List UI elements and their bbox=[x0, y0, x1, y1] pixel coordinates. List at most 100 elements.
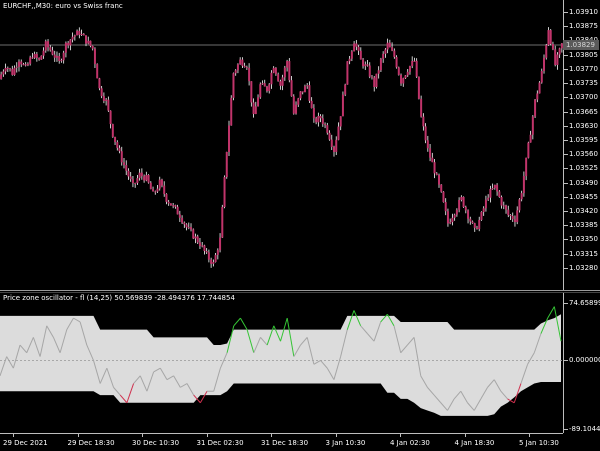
candle-body[interactable] bbox=[375, 73, 378, 87]
candle-body[interactable] bbox=[397, 67, 400, 75]
candle-body[interactable] bbox=[89, 40, 92, 46]
candle-body[interactable] bbox=[480, 212, 483, 220]
candle-body[interactable] bbox=[100, 88, 103, 97]
candle-body[interactable] bbox=[87, 40, 90, 44]
candle-body[interactable] bbox=[0, 74, 3, 80]
candle-body[interactable] bbox=[219, 237, 222, 251]
candle-body[interactable] bbox=[277, 74, 280, 82]
candle-body[interactable] bbox=[129, 176, 132, 180]
candle-body[interactable] bbox=[243, 65, 246, 68]
candle-body[interactable] bbox=[122, 162, 125, 166]
candle-body[interactable] bbox=[187, 227, 190, 229]
candle-body[interactable] bbox=[303, 86, 306, 93]
candle-body[interactable] bbox=[393, 50, 396, 57]
candle-body[interactable] bbox=[192, 229, 195, 239]
candle-body[interactable] bbox=[319, 116, 322, 119]
candle-body[interactable] bbox=[350, 51, 353, 59]
candle-body[interactable] bbox=[257, 97, 260, 107]
candle-body[interactable] bbox=[408, 66, 411, 72]
candle-body[interactable] bbox=[429, 148, 432, 158]
candle-body[interactable] bbox=[31, 57, 34, 59]
candle-body[interactable] bbox=[402, 78, 405, 84]
candle-body[interactable] bbox=[469, 218, 472, 222]
candle-body[interactable] bbox=[484, 199, 487, 209]
candle-body[interactable] bbox=[538, 82, 541, 94]
candle-body[interactable] bbox=[76, 30, 79, 36]
candle-body[interactable] bbox=[290, 80, 293, 97]
candle-body[interactable] bbox=[78, 30, 81, 35]
candle-body[interactable] bbox=[109, 110, 112, 125]
candle-body[interactable] bbox=[279, 81, 282, 86]
candle-body[interactable] bbox=[203, 245, 206, 252]
candle-body[interactable] bbox=[44, 41, 47, 51]
candle-body[interactable] bbox=[549, 30, 552, 44]
candle-body[interactable] bbox=[368, 65, 371, 77]
candle-body[interactable] bbox=[147, 174, 150, 183]
candle-body[interactable] bbox=[283, 67, 286, 78]
candle-body[interactable] bbox=[366, 64, 369, 66]
candle-body[interactable] bbox=[420, 98, 423, 117]
candle-body[interactable] bbox=[404, 75, 407, 79]
candle-body[interactable] bbox=[337, 126, 340, 140]
candle-body[interactable] bbox=[344, 84, 347, 95]
candle-body[interactable] bbox=[525, 157, 528, 177]
candle-body[interactable] bbox=[17, 61, 20, 67]
candle-body[interactable] bbox=[326, 125, 329, 133]
candle-body[interactable] bbox=[536, 93, 539, 100]
candle-body[interactable] bbox=[51, 50, 54, 55]
candle-body[interactable] bbox=[556, 54, 559, 66]
candle-body[interactable] bbox=[547, 30, 550, 46]
candle-body[interactable] bbox=[82, 33, 85, 36]
candle-body[interactable] bbox=[225, 151, 228, 178]
candle-body[interactable] bbox=[330, 139, 333, 147]
candle-body[interactable] bbox=[422, 116, 425, 127]
candle-body[interactable] bbox=[190, 227, 193, 230]
candle-body[interactable] bbox=[58, 56, 61, 62]
candle-body[interactable] bbox=[210, 259, 213, 264]
candle-body[interactable] bbox=[13, 67, 16, 75]
candle-body[interactable] bbox=[534, 99, 537, 117]
candle-body[interactable] bbox=[2, 71, 5, 75]
candle-body[interactable] bbox=[502, 205, 505, 207]
candle-body[interactable] bbox=[297, 98, 300, 105]
candle-body[interactable] bbox=[35, 53, 38, 59]
candle-body[interactable] bbox=[458, 199, 461, 210]
candle-body[interactable] bbox=[558, 48, 561, 55]
candle-body[interactable] bbox=[93, 48, 96, 65]
candle-body[interactable] bbox=[498, 191, 501, 197]
candle-body[interactable] bbox=[212, 262, 215, 264]
candle-body[interactable] bbox=[198, 242, 201, 247]
candle-body[interactable] bbox=[496, 184, 499, 192]
candle-body[interactable] bbox=[295, 104, 298, 114]
candle-body[interactable] bbox=[444, 202, 447, 212]
candle-body[interactable] bbox=[346, 61, 349, 85]
candle-body[interactable] bbox=[6, 67, 9, 69]
candle-body[interactable] bbox=[230, 97, 233, 126]
candle-body[interactable] bbox=[424, 126, 427, 141]
candle-body[interactable] bbox=[223, 177, 226, 208]
candle-body[interactable] bbox=[446, 211, 449, 224]
candle-body[interactable] bbox=[449, 222, 452, 224]
candle-body[interactable] bbox=[301, 91, 304, 93]
candle-body[interactable] bbox=[145, 174, 148, 181]
candle-body[interactable] bbox=[473, 223, 476, 228]
candle-body[interactable] bbox=[172, 205, 175, 207]
candle-body[interactable] bbox=[308, 85, 311, 101]
candle-body[interactable] bbox=[22, 64, 25, 66]
candle-body[interactable] bbox=[67, 42, 70, 46]
candle-body[interactable] bbox=[527, 142, 530, 158]
candle-body[interactable] bbox=[234, 70, 237, 74]
candle-body[interactable] bbox=[286, 61, 289, 68]
candle-body[interactable] bbox=[176, 206, 179, 215]
candle-body[interactable] bbox=[310, 100, 313, 109]
candle-body[interactable] bbox=[120, 151, 123, 163]
candle-body[interactable] bbox=[299, 91, 302, 99]
candle-body[interactable] bbox=[516, 210, 519, 223]
candle-body[interactable] bbox=[382, 53, 385, 59]
candle-body[interactable] bbox=[250, 81, 253, 103]
candle-body[interactable] bbox=[487, 197, 490, 200]
candle-body[interactable] bbox=[543, 57, 546, 72]
candle-body[interactable] bbox=[227, 125, 230, 152]
candle-body[interactable] bbox=[138, 172, 141, 179]
candle-body[interactable] bbox=[288, 61, 291, 81]
